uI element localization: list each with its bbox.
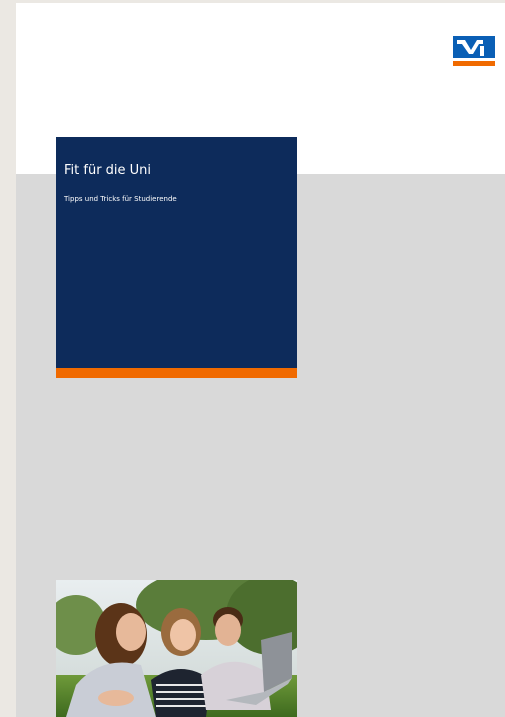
title-box: Fit für die Uni Tipps und Tricks für Stu… bbox=[56, 137, 297, 378]
accent-bar bbox=[56, 368, 297, 378]
brochure-subtitle: Tipps und Tricks für Studierende bbox=[64, 195, 177, 203]
students-photo bbox=[56, 580, 297, 717]
brochure-cover: Fit für die Uni Tipps und Tricks für Stu… bbox=[16, 3, 505, 717]
bank-logo-icon bbox=[453, 36, 495, 66]
students-photo-image bbox=[56, 580, 297, 717]
brochure-title: Fit für die Uni bbox=[64, 163, 152, 178]
